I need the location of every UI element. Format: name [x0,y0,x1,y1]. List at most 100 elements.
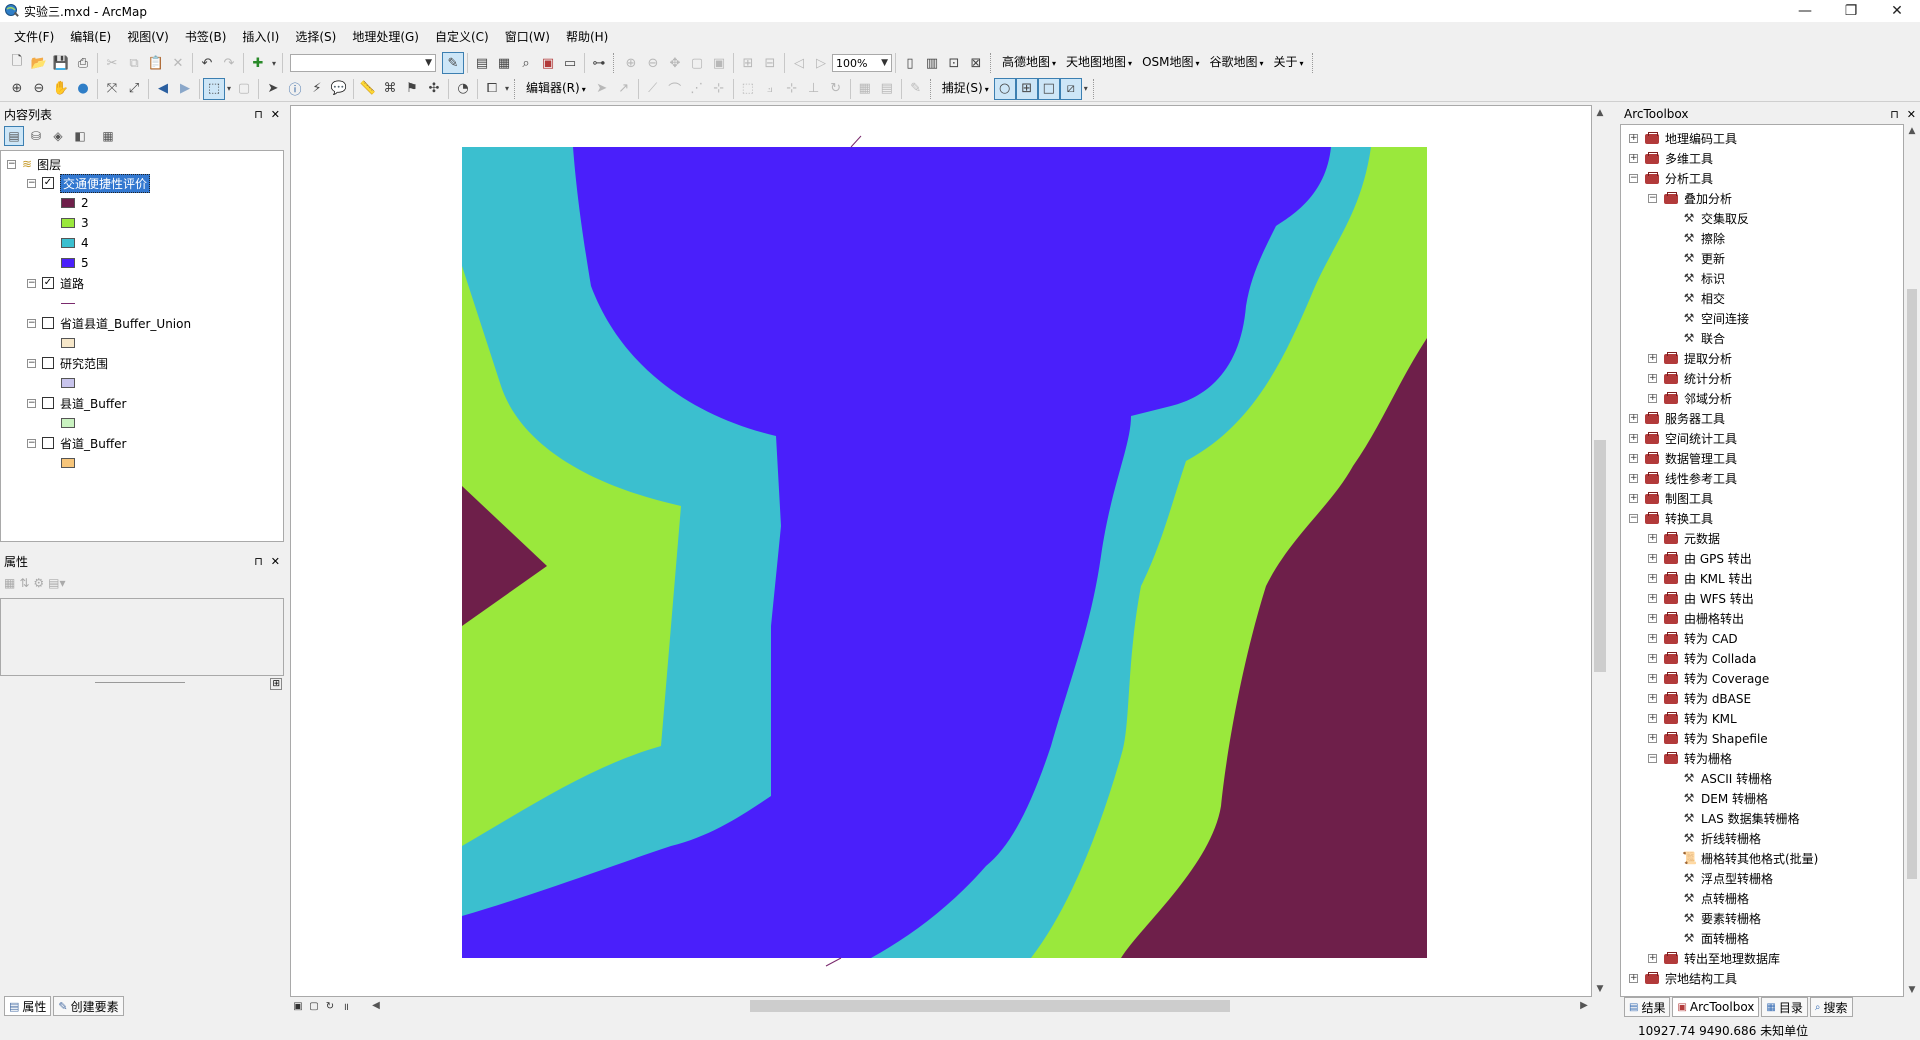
tool-item[interactable]: ⚒ 更新 [1667,249,1725,267]
layout-zoom-combo[interactable]: 100% ▼ [832,54,892,72]
sort-alpha-icon[interactable]: ⇅ [19,576,29,590]
go-to-xy-icon[interactable]: ✣ [423,78,445,100]
measure-icon[interactable]: 📏 [357,78,379,100]
tool-item[interactable]: ⚒ 交集取反 [1667,209,1749,227]
collapse-icon[interactable]: − [27,318,36,328]
view-options-icon[interactable]: ▤▾ [48,576,65,590]
point-icon[interactable]: ⊹ [708,78,730,100]
list-by-visibility-icon[interactable]: ◈ [48,126,68,146]
zoom-100-icon[interactable]: ▣ [708,52,730,74]
map-display[interactable] [290,105,1592,997]
layout-zoom-in-icon[interactable]: ⊕ [620,52,642,74]
expand-icon[interactable]: + [1629,453,1638,463]
toolbar-grip[interactable] [613,53,617,73]
toc-layer-row[interactable]: − ✓ 交通便捷性评价 [27,173,151,193]
new-document-icon[interactable]: 🗋 [6,52,28,74]
close-icon[interactable]: ✕ [271,555,280,568]
legend-symbol-row[interactable] [61,454,81,472]
options-icon[interactable]: ▦ [98,126,118,146]
toolbox-item[interactable]: + 转出至地理数据库 [1648,949,1780,967]
pause-drawing-icon[interactable]: ॥ [338,998,354,1014]
expand-icon[interactable]: + [1648,573,1657,583]
legend-symbol-row[interactable] [61,414,81,432]
toolbox-item[interactable]: − 叠加分析 [1648,189,1732,207]
layer-name[interactable]: 县道_Buffer [60,395,126,412]
tool-item[interactable]: ⚒ 要素转栅格 [1667,909,1761,927]
create-viewer-window-icon[interactable]: ⧠ [481,78,503,100]
collapse-icon[interactable]: − [1629,173,1638,183]
tab-create-features[interactable]: ✎ 创建要素 [53,996,124,1016]
chevron-down-icon[interactable]: ▾ [269,52,279,74]
list-by-selection-icon[interactable]: ◧ [70,126,90,146]
toolbox-item[interactable]: + 由栅格转出 [1648,609,1744,627]
tool-item[interactable]: ⚒ DEM 转栅格 [1667,789,1768,807]
expand-icon[interactable]: + [1629,153,1638,163]
previous-extent-icon[interactable]: ◁ [788,52,810,74]
find-binoculars-icon[interactable]: ⌘ [379,78,401,100]
legend-symbol-row[interactable] [61,294,81,312]
scroll-down-icon[interactable]: ▼ [1592,981,1608,997]
expand-icon[interactable]: + [1629,133,1638,143]
menu-geoprocessing[interactable]: 地理处理(G) [344,26,427,48]
collapse-icon[interactable]: − [1648,753,1657,763]
paste-icon[interactable]: 📋 [145,52,167,74]
list-by-drawing-order-icon[interactable]: ▤ [4,126,24,146]
toolbox-item[interactable]: + 宗地结构工具 [1629,969,1737,987]
expand-icon[interactable]: + [1648,533,1657,543]
tool-item[interactable]: ⚒ 折线转栅格 [1667,829,1761,847]
toolbox-item[interactable]: + 线性参考工具 [1629,469,1737,487]
collapse-icon[interactable]: − [1648,193,1657,203]
zoom-whole-page-icon[interactable]: ▢ [686,52,708,74]
toolbox-item[interactable]: − 转换工具 [1629,509,1713,527]
select-elements-arrow-icon[interactable]: ➤ [262,78,284,100]
hyperlink-icon[interactable]: ⚡ [306,78,328,100]
toolbox-item[interactable]: + 服务器工具 [1629,409,1725,427]
property-pages-icon[interactable]: ⚙ [33,576,44,590]
chevron-down-icon[interactable]: ▾ [225,78,233,100]
expand-icon[interactable]: + [1648,373,1657,383]
find-route-icon[interactable]: ⚑ [401,78,423,100]
toolbox-item[interactable]: + 多维工具 [1629,149,1713,167]
expand-icon[interactable]: + [1648,393,1657,403]
toolbar-grip[interactable] [1311,53,1316,73]
menu-bookmarks[interactable]: 书签(B) [177,26,235,48]
fixed-zoom-out-icon[interactable]: ⊟ [759,52,781,74]
expand-icon[interactable]: + [1648,653,1657,663]
about-menu[interactable]: 关于 ▾ [1269,51,1309,75]
legend-class-row[interactable]: 2 [61,194,89,212]
pin-icon[interactable]: ⊓ [254,108,263,121]
toolbar-grip[interactable] [929,78,934,99]
toolbar-grip[interactable] [990,53,994,73]
toolbox-item[interactable]: + 转为 Collada [1648,649,1757,667]
toc-layer-row[interactable]: − 研究范围 [27,354,108,372]
edit-annotation-icon[interactable]: ↗ [613,78,635,100]
layer-visibility-checkbox[interactable]: ✓ [42,277,54,289]
scroll-right-icon[interactable]: ▶ [1576,998,1592,1014]
legend-symbol-row[interactable] [61,334,81,352]
catalog-window-icon[interactable]: ▦ [493,52,515,74]
expand-icon[interactable]: + [1629,973,1638,983]
redo-icon[interactable]: ↷ [218,52,240,74]
tool-item[interactable]: ⚒ 擦除 [1667,229,1725,247]
table-of-contents-icon[interactable]: ▤ [471,52,493,74]
tool-item[interactable]: ⚒ 标识 [1667,269,1725,287]
toc-layer-row[interactable]: − 省道_Buffer [27,434,126,452]
tool-item[interactable]: ⚒ 空间连接 [1667,309,1749,327]
layer-visibility-checkbox[interactable] [42,397,54,409]
rotate-icon[interactable]: ↻ [825,78,847,100]
expand-icon[interactable]: + [1648,673,1657,683]
toolbox-item[interactable]: + 转为 dBASE [1648,689,1751,707]
attributes-icon[interactable]: ▦ [854,78,876,100]
change-layout-icon[interactable]: ⊡ [943,52,965,74]
toc-layer-row[interactable]: − 县道_Buffer [27,394,126,412]
layer-name[interactable]: 省道县道_Buffer_Union [60,315,191,332]
arctoolbox-scrollbar[interactable]: ▲ ▼ [1904,124,1920,997]
expand-icon[interactable]: + [1629,433,1638,443]
expand-icon[interactable]: + [1648,353,1657,363]
search-window-icon[interactable]: ⌕ [515,52,537,74]
fixed-zoom-in-icon[interactable]: ⊞ [737,52,759,74]
refresh-icon[interactable]: ↻ [322,998,338,1014]
toolbox-item[interactable]: − 转为栅格 [1648,749,1732,767]
scroll-left-icon[interactable]: ◀ [368,998,384,1014]
model-builder-icon[interactable]: ⊶ [588,52,610,74]
